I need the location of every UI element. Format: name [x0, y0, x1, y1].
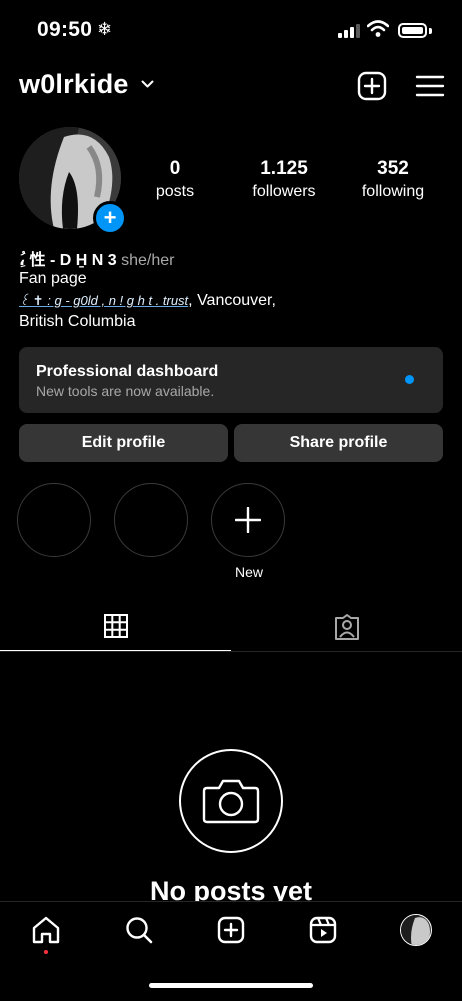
active-tab-indicator	[0, 650, 231, 651]
menu-icon[interactable]	[414, 70, 446, 102]
tab-divider	[0, 651, 462, 652]
tagged-icon[interactable]	[333, 613, 361, 641]
posts-count: 0	[169, 158, 181, 179]
notification-dot	[405, 375, 414, 384]
profile-avatar-nav[interactable]	[400, 914, 432, 946]
dashboard-subtitle: New tools are now available.	[36, 383, 215, 399]
empty-posts-badge	[179, 749, 283, 853]
posts-label: posts	[155, 183, 195, 200]
add-story-button[interactable]: +	[93, 201, 127, 235]
home-indicator	[149, 983, 313, 988]
reels-icon[interactable]	[308, 915, 338, 945]
camera-icon	[202, 779, 260, 824]
new-highlight-button[interactable]	[211, 483, 285, 557]
search-icon[interactable]	[124, 915, 154, 945]
new-post-icon[interactable]	[356, 70, 388, 102]
battery-icon	[398, 23, 427, 38]
profile-username[interactable]: w0lrkide	[19, 69, 129, 100]
bio-category: Fan page	[19, 270, 87, 287]
followers-count: 1.125	[260, 158, 308, 179]
followers-label: followers	[252, 183, 316, 200]
display-name: ِ،ُ 性 - D H̱ N 3	[19, 252, 117, 269]
share-profile-button[interactable]: Share profile	[234, 424, 443, 462]
plus-icon	[235, 507, 261, 533]
chevron-down-icon[interactable]	[141, 80, 154, 89]
create-icon[interactable]	[216, 915, 246, 945]
highlight-placeholder	[114, 483, 188, 557]
status-time: 09:50	[37, 18, 93, 41]
bio-link[interactable]: ꒰ ✝︎ : g - g0ld , n ! g h t . trust	[19, 293, 188, 308]
stat-followers[interactable]: 1.125 followers	[244, 158, 324, 201]
dashboard-title: Professional dashboard	[36, 363, 219, 380]
grid-icon[interactable]	[103, 613, 129, 639]
wifi-icon	[367, 20, 389, 37]
snowflake-icon: ❄	[97, 19, 113, 39]
following-count: 352	[377, 158, 409, 179]
bio-location-a: , Vancouver,	[188, 292, 276, 309]
pronouns: she/her	[121, 252, 175, 269]
bio-link-line: ꒰ ✝︎ : g - g0ld , n ! g h t . trust, Van…	[19, 292, 276, 310]
highlight-placeholder	[17, 483, 91, 557]
stat-posts[interactable]: 0 posts	[145, 158, 205, 201]
stat-following[interactable]: 352 following	[353, 158, 433, 201]
home-icon[interactable]	[31, 915, 61, 945]
bio-name-line: ِ،ُ 性 - D H̱ N 3 she/her	[19, 246, 174, 270]
home-notification-dot	[44, 950, 48, 954]
following-label: following	[361, 183, 425, 200]
edit-profile-button[interactable]: Edit profile	[19, 424, 228, 462]
signal-icon	[338, 24, 360, 38]
battery-tip	[429, 28, 432, 34]
new-highlight-label: New	[234, 564, 263, 580]
bio-location-b: British Columbia	[19, 313, 136, 330]
